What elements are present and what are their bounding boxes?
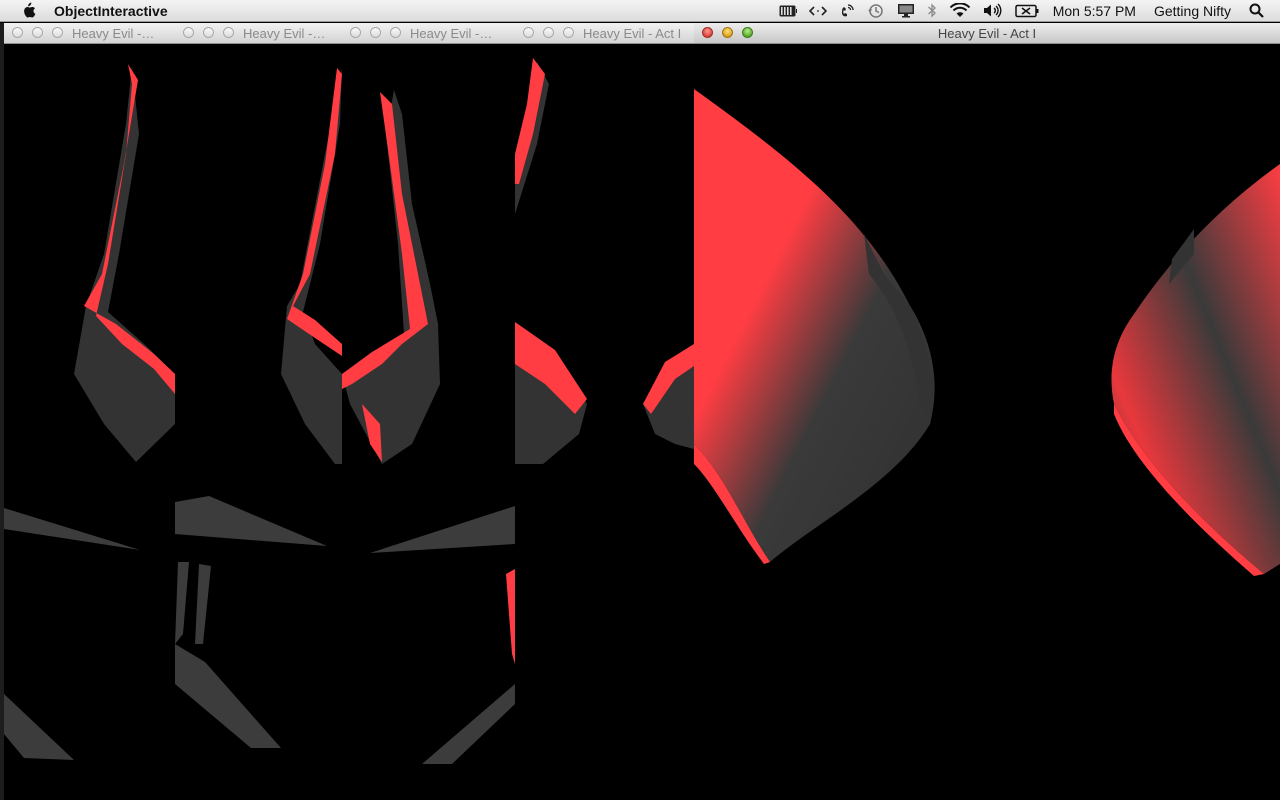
minimize-button[interactable] — [203, 27, 214, 38]
zoom-button[interactable] — [563, 27, 574, 38]
window-titlebar[interactable]: Heavy Evil - Act I — [694, 23, 1280, 44]
window-titlebar[interactable]: Heavy Evil -… — [175, 23, 342, 44]
window-2[interactable]: Heavy Evil -… — [175, 23, 342, 800]
window-title: Heavy Evil -… — [410, 26, 493, 41]
phone-signal-icon[interactable] — [839, 0, 855, 22]
window-title: Heavy Evil -… — [243, 26, 326, 41]
window-title: Heavy Evil - Act I — [583, 26, 682, 41]
user-name-menu[interactable]: Getting Nifty — [1154, 0, 1231, 22]
render-canvas[interactable] — [694, 44, 1280, 800]
display-icon[interactable] — [897, 0, 915, 22]
window-titlebar[interactable]: Heavy Evil - Act I — [515, 23, 694, 44]
window-titlebar[interactable]: Heavy Evil -… — [4, 23, 175, 44]
search-icon[interactable] — [1249, 0, 1264, 22]
model-shard-shapes — [370, 506, 515, 764]
model-horn-shape — [74, 64, 175, 462]
close-button[interactable] — [12, 27, 23, 38]
code-brackets-icon[interactable] — [808, 0, 827, 22]
model-horn-shape — [515, 58, 694, 464]
model-large-shape — [694, 89, 935, 564]
minimize-button[interactable] — [32, 27, 43, 38]
minimize-button[interactable] — [370, 27, 381, 38]
window-4[interactable]: Heavy Evil - Act I — [515, 23, 694, 800]
close-button[interactable] — [523, 27, 534, 38]
close-button[interactable] — [183, 27, 194, 38]
render-canvas[interactable] — [515, 44, 694, 800]
zoom-button[interactable] — [223, 27, 234, 38]
window-5-active[interactable]: Heavy Evil - Act I — [694, 23, 1280, 800]
model-shard-shapes — [4, 508, 140, 760]
app-name-menu[interactable]: ObjectInteractive — [54, 3, 168, 19]
zoom-button[interactable] — [390, 27, 401, 38]
window-title: Heavy Evil - Act I — [937, 26, 1037, 41]
minimize-button[interactable] — [543, 27, 554, 38]
render-canvas[interactable] — [175, 44, 342, 800]
apple-icon[interactable] — [18, 1, 38, 21]
zoom-button[interactable] — [52, 27, 63, 38]
model-horn-shape — [342, 90, 440, 464]
model-large-shape-2 — [1111, 164, 1280, 576]
window-titlebar[interactable]: Heavy Evil -… — [342, 23, 515, 44]
wifi-icon[interactable] — [949, 0, 971, 22]
battery-meter-icon[interactable] — [779, 0, 797, 22]
time-machine-icon[interactable] — [867, 0, 885, 22]
menu-bar: ObjectInteractive Mon 5:57 PM Getting Ni… — [0, 0, 1280, 22]
close-button[interactable] — [350, 27, 361, 38]
battery-icon[interactable] — [1014, 0, 1039, 22]
window-title: Heavy Evil -… — [72, 26, 155, 41]
model-horn-shape — [281, 68, 342, 464]
window-1[interactable]: Heavy Evil -… — [4, 23, 175, 800]
volume-icon[interactable] — [983, 0, 1003, 22]
render-canvas[interactable] — [342, 44, 515, 800]
clock-label[interactable]: Mon 5:57 PM — [1053, 0, 1136, 22]
bluetooth-icon[interactable] — [927, 0, 937, 22]
window-3[interactable]: Heavy Evil -… — [342, 23, 515, 800]
render-canvas[interactable] — [4, 44, 175, 800]
model-shard-shapes — [175, 496, 327, 748]
